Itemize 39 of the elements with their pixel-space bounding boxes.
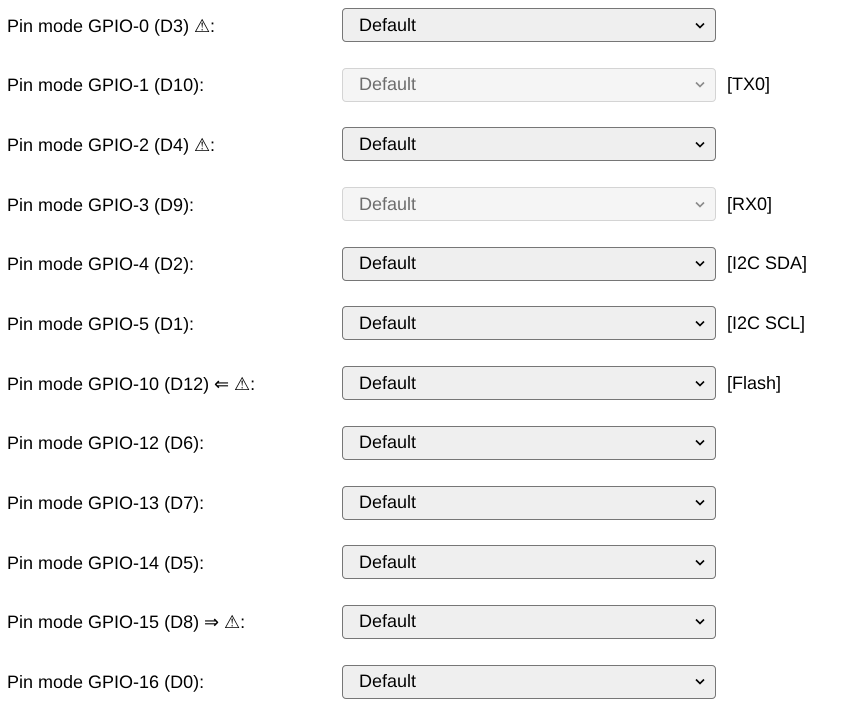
- pin-label: Pin mode GPIO-13 (D7):: [7, 492, 206, 515]
- mode-select[interactable]: Default: [342, 545, 716, 580]
- chevron-down-icon: [695, 140, 705, 148]
- pin-label: Pin mode GPIO-10 (D12) ⇐ ⚠:: [7, 372, 256, 396]
- chevron-down-icon: [695, 678, 705, 686]
- chevron-down-icon: [695, 618, 705, 626]
- chevron-down-icon: [695, 499, 705, 506]
- pin-label: Pin mode GPIO-5 (D1):: [7, 312, 196, 336]
- pin-note: [I2C SCL]: [727, 312, 806, 335]
- chevron-down-icon: [695, 558, 705, 566]
- chevron-down-icon: [695, 22, 705, 28]
- chevron-down-icon: [695, 320, 705, 327]
- pin-label: Pin mode GPIO-2 (D4) ⚠:: [7, 134, 216, 157]
- mode-select[interactable]: Default: [342, 8, 716, 42]
- pin-label: Pin mode GPIO-16 (D0):: [7, 671, 206, 694]
- pin-note: [TX0]: [727, 73, 770, 96]
- pin-note: [Flash]: [727, 372, 782, 395]
- pin-label: Pin mode GPIO-4 (D2):: [7, 253, 196, 276]
- mode-select[interactable]: Default: [342, 246, 716, 281]
- pin-label: Pin mode GPIO-15 (D8) ⇒ ⚠:: [7, 611, 246, 634]
- mode-select[interactable]: Default: [342, 127, 716, 162]
- pin-label: Pin mode GPIO-3 (D9):: [7, 194, 196, 217]
- mode-select[interactable]: Default: [342, 366, 716, 400]
- mode-select[interactable]: Default: [342, 664, 716, 699]
- pin-note: [I2C SDA]: [727, 252, 808, 276]
- mode-select[interactable]: Default: [342, 486, 716, 520]
- chevron-down-icon: [695, 260, 705, 268]
- pin-label: Pin mode GPIO-12 (D6):: [7, 432, 206, 456]
- pin-note: [RX0]: [727, 192, 772, 216]
- chevron-down-icon: [695, 200, 705, 208]
- pin-label: Pin mode GPIO-14 (D5):: [7, 552, 206, 575]
- mode-select[interactable]: Default: [342, 426, 716, 460]
- mode-select[interactable]: Default: [342, 604, 716, 639]
- chevron-down-icon: [695, 439, 705, 446]
- mode-select[interactable]: Default: [342, 306, 716, 340]
- pin-label: Pin mode GPIO-0 (D3) ⚠:: [7, 14, 216, 38]
- pin-label: Pin mode GPIO-1 (D10):: [7, 74, 206, 98]
- chevron-down-icon: [695, 380, 705, 387]
- chevron-down-icon: [695, 81, 705, 88]
